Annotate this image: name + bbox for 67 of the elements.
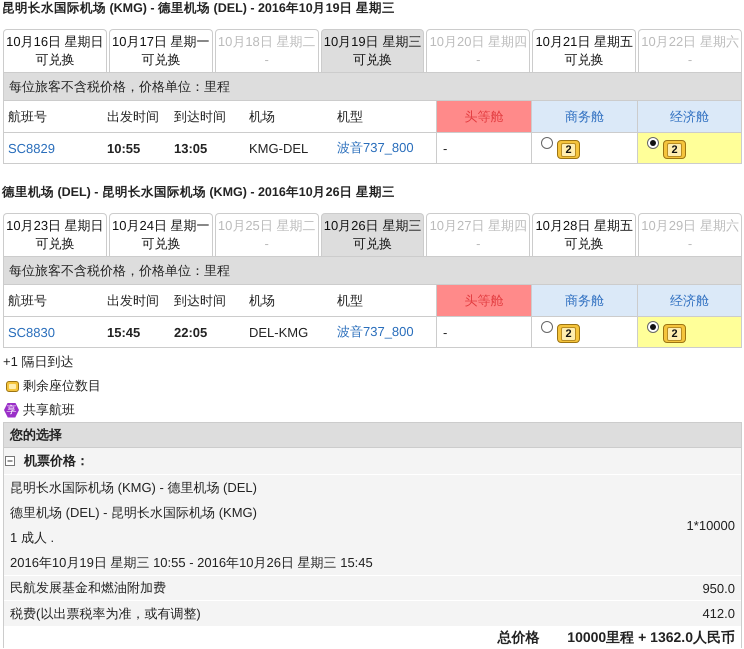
seat-count-badge: 2 <box>557 140 580 159</box>
fare-radio[interactable] <box>647 321 659 333</box>
arrival-time: 22:05 <box>174 324 208 340</box>
fee-amount: 412.0 <box>702 606 735 621</box>
route-title: 昆明长水国际机场 (KMG) - 德里机场 (DEL) - 2016年10月19日 星期三 <box>2 0 396 17</box>
column-header: 航班号 <box>8 292 47 310</box>
date-tab[interactable]: 10月24日 星期一 可兑换 <box>108 213 213 256</box>
flight-number-link[interactable]: SC8830 <box>8 324 55 340</box>
fee-amount: 950.0 <box>702 580 735 596</box>
column-header: 航班号 <box>8 108 47 126</box>
seat-count-badge: 2 <box>663 140 686 159</box>
route-title: 德里机场 (DEL) - 昆明长水国际机场 (KMG) - 2016年10月26日 星期三 <box>2 184 396 201</box>
fare-cell: - <box>436 133 531 163</box>
date-tab[interactable]: 10月19日 星期三 可兑换 <box>320 29 424 72</box>
section-label: 机票价格： <box>24 452 89 470</box>
flight-number-link[interactable]: SC8829 <box>8 140 55 156</box>
cabin-header: 经济舱 <box>637 285 741 316</box>
fare-cell: - <box>436 317 531 347</box>
column-header: 机场 <box>249 108 275 126</box>
column-header: 出发时间 <box>107 108 159 126</box>
column-header: 机型 <box>337 292 363 310</box>
total-label: 总价格 <box>497 628 540 646</box>
legend-text: 共享航班 <box>23 401 75 419</box>
trip-detail: 昆明长水国际机场 (KMG) - 德里机场 (DEL) <box>10 478 257 496</box>
fare-radio[interactable] <box>541 321 553 333</box>
fare-radio[interactable] <box>647 137 659 149</box>
total-amount: 10000里程 + 1362.0人民币 <box>567 628 735 646</box>
column-header: 到达时间 <box>174 292 226 310</box>
departure-time: 10:55 <box>107 140 140 156</box>
fare-radio[interactable] <box>541 137 553 149</box>
aircraft-link[interactable]: 波音737_800 <box>337 323 414 341</box>
date-tab[interactable]: 10月23日 星期日 可兑换 <box>3 213 107 256</box>
cabin-header: 商务舱 <box>531 285 637 316</box>
price-note: 每位旅客不含税价格，价格单位：里程 <box>3 72 742 101</box>
fee-label: 民航发展基金和燃油附加费 <box>10 579 166 597</box>
trip-detail: 2016年10月19日 星期三 10:55 - 2016年10月26日 星期三 15:45 <box>10 554 373 572</box>
seat-icon <box>6 380 19 392</box>
date-tab[interactable]: 10月17日 星期一 可兑换 <box>108 29 213 72</box>
airport-route: KMG-DEL <box>249 140 308 156</box>
date-tab[interactable]: 10月28日 星期五 可兑换 <box>532 213 636 256</box>
departure-time: 15:45 <box>107 324 140 340</box>
seat-count-badge: 2 <box>557 324 580 343</box>
column-header: 机型 <box>337 108 363 126</box>
trip-detail: 1 成人 . <box>10 528 54 546</box>
fee-label: 税费(以出票税率为准，或有调整) <box>10 604 201 622</box>
column-header: 机场 <box>249 292 275 310</box>
legend-text: +1 隔日到达 <box>3 353 74 371</box>
cabin-header: 头等舱 <box>436 285 531 316</box>
cabin-header: 商务舱 <box>531 101 637 132</box>
date-tab[interactable]: 10月21日 星期五 可兑换 <box>532 29 636 72</box>
legend-text: 剩余座位数目 <box>23 377 101 395</box>
selection-header: 您的选择 <box>4 423 741 448</box>
collapse-icon[interactable] <box>5 456 15 466</box>
seat-count-badge: 2 <box>663 324 686 343</box>
price-note: 每位旅客不含税价格，价格单位：里程 <box>3 256 742 285</box>
column-header: 出发时间 <box>107 292 159 310</box>
cabin-header: 头等舱 <box>436 101 531 132</box>
column-header: 到达时间 <box>174 108 226 126</box>
cabin-header: 经济舱 <box>637 101 741 132</box>
airport-route: DEL-KMG <box>249 324 308 340</box>
date-tab[interactable]: 10月26日 星期三 可兑换 <box>320 213 424 256</box>
fare-amount: 1*10000 <box>686 518 735 532</box>
shared-flight-badge: 享 <box>4 402 19 418</box>
date-tab[interactable]: 10月16日 星期日 可兑换 <box>3 29 107 72</box>
arrival-time: 13:05 <box>174 140 208 156</box>
aircraft-link[interactable]: 波音737_800 <box>337 139 414 157</box>
trip-detail: 德里机场 (DEL) - 昆明长水国际机场 (KMG) <box>10 504 257 522</box>
